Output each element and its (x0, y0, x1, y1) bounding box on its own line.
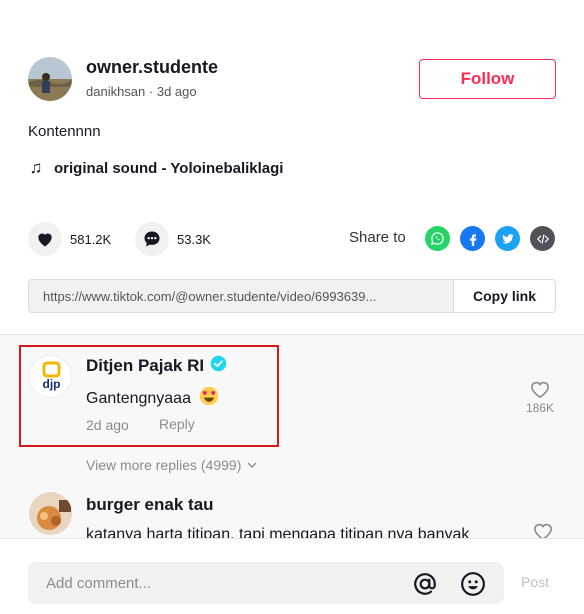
comment-input[interactable] (46, 562, 386, 604)
separator: · (145, 84, 157, 99)
like-stat[interactable]: 581.2K (28, 222, 111, 256)
music-title: original sound - Yoloinebaliklagi (54, 159, 284, 177)
view-more-replies[interactable]: View more replies (4999) (86, 457, 257, 473)
comment-like-button[interactable] (532, 521, 554, 538)
comment-author[interactable]: burger enak tau (86, 495, 214, 515)
music-link[interactable]: ♫ original sound - Yoloinebaliklagi (28, 158, 284, 178)
verified-badge-icon (210, 355, 227, 377)
at-mention-icon[interactable] (412, 571, 438, 597)
share-label: Share to (349, 229, 406, 246)
copy-link-button[interactable]: Copy link (453, 280, 555, 312)
embed-icon[interactable] (530, 226, 555, 251)
post-header-section: owner.studente danikhsan · 3d ago Follow… (0, 0, 584, 334)
comment-time: 2d ago (86, 417, 129, 433)
comment-text: katanya harta titipan, tapi mengapa titi… (86, 526, 470, 538)
comment-stat[interactable]: 53.3K (135, 222, 211, 256)
comment-text-body: Gantengnyaaa (86, 390, 191, 407)
comment-avatar[interactable]: djp (29, 355, 72, 398)
share-link-box: https://www.tiktok.com/@owner.studente/v… (28, 279, 556, 313)
music-note-icon: ♫ (29, 158, 43, 177)
comment-list[interactable]: djp Ditjen Pajak RI Gantengnyaaa 2d ago … (0, 334, 584, 538)
emoji-icon[interactable] (460, 571, 486, 597)
chevron-down-icon (247, 462, 257, 468)
heart-outline-icon (533, 523, 553, 538)
comment-author-name: Ditjen Pajak RI (86, 356, 205, 375)
twitter-icon[interactable] (495, 226, 520, 251)
comment-author[interactable]: Ditjen Pajak RI (86, 355, 227, 377)
comment-bubble-icon[interactable] (135, 222, 169, 256)
post-description: Kontennnn (28, 123, 101, 140)
comment-like-count: 186K (526, 401, 555, 415)
author-subline: danikhsan · 3d ago (86, 84, 197, 99)
facebook-icon[interactable] (460, 226, 485, 251)
comment-box[interactable] (28, 562, 504, 604)
post-time: 3d ago (156, 84, 197, 99)
whatsapp-icon[interactable] (425, 226, 450, 251)
comment-like-button[interactable]: 186K (526, 379, 554, 415)
post-button[interactable]: Post (521, 574, 549, 590)
view-more-replies-label: View more replies (4999) (86, 457, 242, 473)
comment-composer: Post (0, 538, 584, 614)
comment-text: Gantengnyaaa (86, 386, 219, 411)
author-username[interactable]: owner.studente (86, 57, 218, 78)
share-url[interactable]: https://www.tiktok.com/@owner.studente/v… (29, 280, 453, 312)
comment-avatar[interactable] (29, 492, 72, 535)
heart-eyes-emoji-icon (199, 386, 219, 411)
author-nickname: danikhsan (86, 84, 146, 99)
comment-author-name: burger enak tau (86, 495, 214, 514)
comment-count: 53.3K (177, 231, 211, 247)
heart-outline-icon (531, 381, 550, 399)
heart-icon[interactable] (28, 222, 62, 256)
avatar-logo-text: djp (43, 377, 61, 391)
follow-button[interactable]: Follow (419, 59, 556, 99)
author-avatar[interactable] (28, 57, 72, 101)
like-count: 581.2K (70, 231, 112, 247)
reply-button[interactable]: Reply (159, 416, 195, 432)
